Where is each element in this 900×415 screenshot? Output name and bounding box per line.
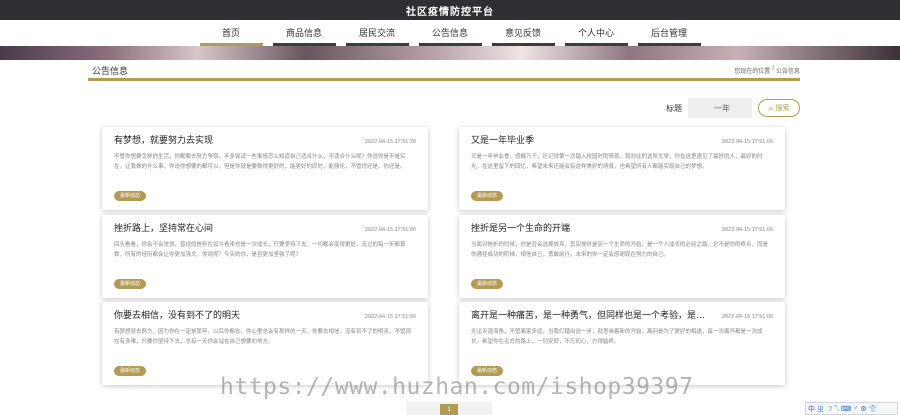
banner-image: [0, 46, 900, 60]
ime-bopomofo-icon[interactable]: ㄓ: [817, 404, 824, 414]
section-divider: [88, 78, 800, 81]
notice-time: 2022-04-15 17:51:00: [364, 227, 416, 233]
breadcrumb-separator: /: [772, 65, 774, 72]
nav-item-label: 个人中心: [577, 28, 614, 38]
notice-title[interactable]: 挫折路上，坚持常在心间: [114, 221, 354, 234]
notice-title[interactable]: 挫折是另一个生命的开端: [471, 221, 711, 234]
nav-item-label: 后台管理: [650, 28, 687, 38]
notice-card[interactable]: 离开是一种痛苦，是一种勇气，但同样也是一个考验，是一个新... 2022-04-…: [459, 302, 785, 385]
nav-item-label: 意见反馈: [504, 28, 541, 38]
notice-tag: 最新动态: [471, 279, 504, 289]
nav-item-profile[interactable]: 个人中心: [564, 20, 628, 46]
ime-moon-icon[interactable]: ☽: [826, 405, 832, 413]
pagination: 1: [404, 402, 494, 415]
notice-title[interactable]: 离开是一种痛苦，是一种勇气，但同样也是一个考验，是一个新...: [471, 308, 711, 321]
nav-item-label: 商品信息: [285, 28, 322, 38]
notice-summary: 不管你想要怎样的生活，你都要去努力争取，不多尝试一些事情怎么知道自己适合什么，不…: [114, 154, 406, 170]
notice-summary: 有梦想就去努力，因为你在一定是那年，以后你都在，你心里总会有那样的一天，你要去相…: [114, 329, 412, 345]
section-title: 公告信息: [92, 65, 129, 76]
notice-title[interactable]: 你要去相信，没有到不了的明天: [114, 308, 354, 321]
notice-time: 2022-04-15 17:51:00: [721, 139, 773, 145]
site-title: 社区疫情防控平台: [406, 6, 494, 18]
notice-tag: 最新动态: [471, 191, 504, 201]
notice-card[interactable]: 挫折路上，坚持常在心间 2022-04-15 17:51:00 回头看看，你会不…: [102, 215, 428, 298]
notice-tag: 最新动态: [114, 191, 147, 201]
breadcrumb-current: 公告信息: [775, 68, 800, 75]
pagination-bar: 1: [406, 402, 492, 415]
notice-time: 2022-04-15 17:51:20: [364, 139, 416, 145]
search-label: 标题: [666, 103, 682, 113]
search-icon: ⌕: [768, 102, 774, 113]
notice-time: 2022-04-15 17:51:00: [721, 227, 773, 233]
notice-summary: 当面对挫折的时候，你是否会选择放弃，其实挫折是另一个生命的开始，是一个人成长的必…: [471, 242, 769, 258]
notice-card[interactable]: 又是一年毕业季 2022-04-15 17:51:00 又是一年毕业季，感概万千…: [459, 127, 785, 210]
search-bar: 标题 ⌕ 搜索: [666, 98, 800, 118]
notice-card[interactable]: 有梦想，就要努力去实现 2022-04-15 17:51:20 不管你想要怎样的…: [102, 127, 428, 210]
section-header: 公告信息 您现在的位置 / 公告信息: [92, 62, 800, 78]
nav-item-label: 首页: [221, 28, 240, 38]
notice-time: 2022-04-15 17:51:00: [364, 314, 416, 320]
watermark-text: https://www.huzhan.com/ishop39397: [220, 374, 694, 400]
ime-user-icon[interactable]: ♂: [853, 405, 858, 412]
page-current-button[interactable]: 1: [440, 404, 458, 415]
search-button[interactable]: ⌕ 搜索: [758, 99, 800, 117]
notice-tag: 最新动态: [114, 366, 147, 376]
notice-tag: 最新动态: [114, 279, 147, 289]
ime-skin-icon[interactable]: 👕: [869, 405, 878, 413]
ime-keyboard-icon[interactable]: ⌨: [841, 405, 851, 413]
top-bar: 社区疫情防控平台: [0, 0, 900, 20]
notice-card[interactable]: 你要去相信，没有到不了的明天 2022-04-15 17:51:00 有梦想就去…: [102, 302, 428, 385]
ime-punctuation-icon[interactable]: °,: [834, 405, 839, 412]
notice-summary: 又是一年毕业季，感概万千，还记得第一次踏入校园时的情景，我向往的这所大学，你在这…: [471, 154, 763, 170]
ime-toolbar: 中 ㄓ ☽ °, ⌨ ♂ ⚙ 👕: [805, 402, 898, 415]
nav-item-forum[interactable]: 居民交流: [345, 20, 409, 46]
notice-summary: 无论天涯海角，不管离家多远，当我们踏出这一步，就意味着新的开始，离别是为了更好的…: [471, 329, 763, 345]
notice-card[interactable]: 挫折是另一个生命的开端 2022-04-15 17:51:00 当面对挫折的时候…: [459, 215, 785, 298]
breadcrumb: 您现在的位置 / 公告信息: [734, 66, 800, 75]
nav-item-notices[interactable]: 公告信息: [418, 20, 482, 46]
nav-item-products[interactable]: 商品信息: [272, 20, 336, 46]
notice-time: 2022-04-15 17:51:00: [721, 314, 773, 320]
notice-title[interactable]: 有梦想，就要努力去实现: [114, 133, 354, 146]
nav-item-label: 公告信息: [431, 28, 468, 38]
nav-item-home[interactable]: 首页: [199, 20, 263, 46]
notice-title[interactable]: 又是一年毕业季: [471, 133, 711, 146]
nav-item-feedback[interactable]: 意见反馈: [491, 20, 555, 46]
ime-settings-icon[interactable]: ⚙: [860, 405, 866, 413]
breadcrumb-home-link[interactable]: 您现在的位置: [734, 66, 770, 75]
ime-chinese-mode-icon[interactable]: 中: [808, 404, 815, 414]
nav-item-admin[interactable]: 后台管理: [637, 20, 701, 46]
nav-item-label: 居民交流: [358, 28, 395, 38]
search-button-label: 搜索: [775, 105, 790, 112]
notice-summary: 回头看看，你会不会觉得，曾经的挫折在如今看来也是一次成长，只要坚持下去，一切都会…: [114, 242, 406, 258]
main-nav: 首页 商品信息 居民交流 公告信息 意见反馈 个人中心 后台管理: [0, 20, 900, 46]
search-input[interactable]: [688, 98, 752, 118]
